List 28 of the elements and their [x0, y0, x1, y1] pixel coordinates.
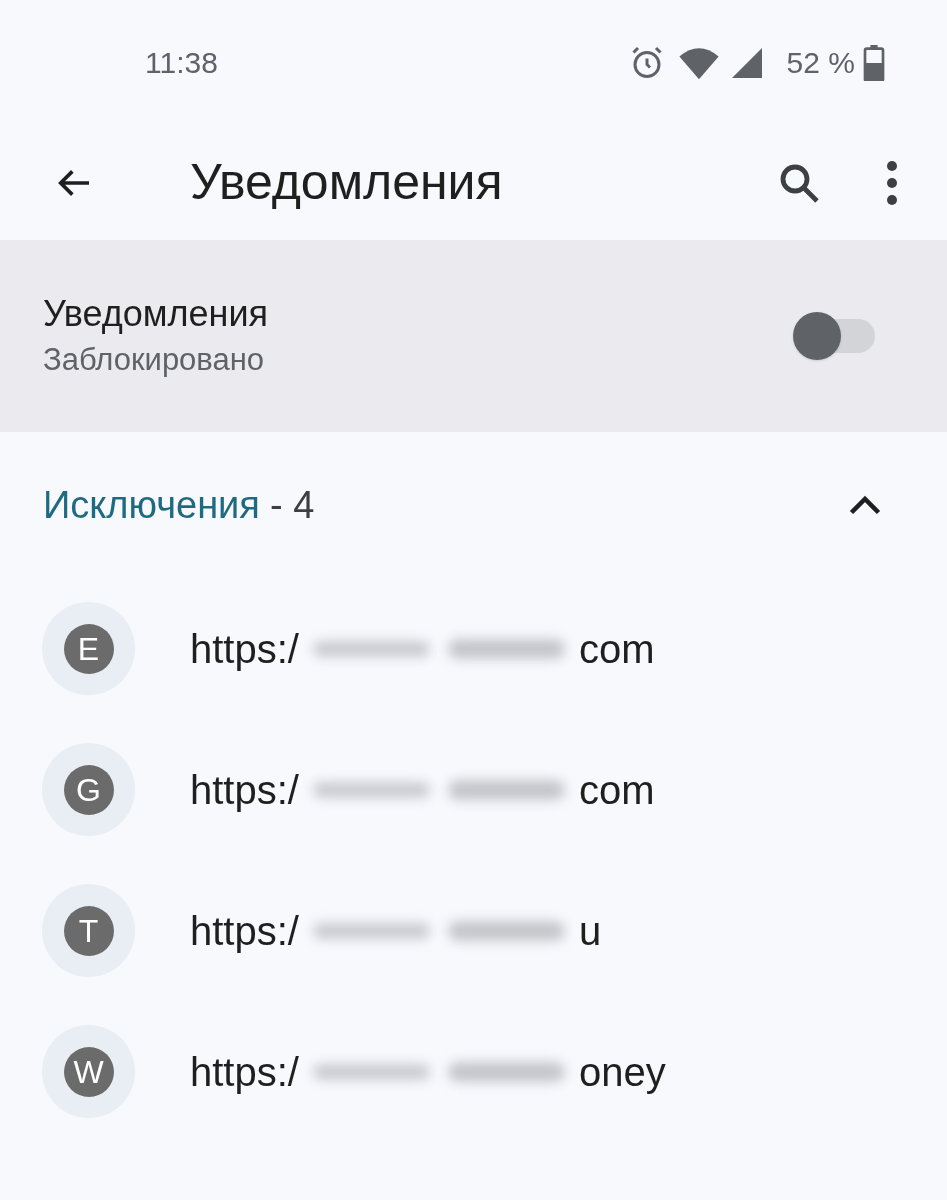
avatar-letter: T: [63, 905, 114, 956]
site-url-start: https:/: [190, 907, 299, 955]
site-url-end: com: [578, 625, 655, 673]
page-title: Уведомления: [190, 153, 503, 212]
site-url-start: https:/: [190, 766, 299, 814]
section-count: - 4: [269, 482, 315, 528]
toggle-summary: Заблокировано: [43, 341, 266, 379]
avatar-letter: E: [63, 623, 114, 674]
site-row[interactable]: W https:/ oney: [0, 1001, 947, 1142]
status-time: 11:38: [145, 45, 218, 81]
avatar-letter: W: [63, 1046, 114, 1097]
site-url-start: https:/: [190, 625, 299, 673]
master-toggle-row[interactable]: Уведомления Заблокировано: [0, 240, 947, 432]
toggle-label: Уведомления: [43, 292, 269, 336]
chevron-icon: [847, 493, 883, 517]
avatar-letter: G: [63, 764, 114, 815]
more-icon: [886, 159, 898, 206]
site-row[interactable]: G https:/ com: [0, 719, 947, 860]
site-url-end: u: [578, 907, 602, 955]
section-title: Исключения: [43, 482, 260, 528]
battery-percent: 52 %: [786, 45, 855, 81]
battery-icon: [863, 44, 885, 81]
site-url-end: oney: [578, 1048, 666, 1096]
site-url-start: https:/: [190, 1048, 299, 1096]
site-url-end: com: [578, 766, 655, 814]
site-row[interactable]: T https:/ u: [0, 860, 947, 1001]
toggle-switch[interactable]: [793, 311, 877, 361]
site-row[interactable]: E https:/ com: [0, 578, 947, 719]
